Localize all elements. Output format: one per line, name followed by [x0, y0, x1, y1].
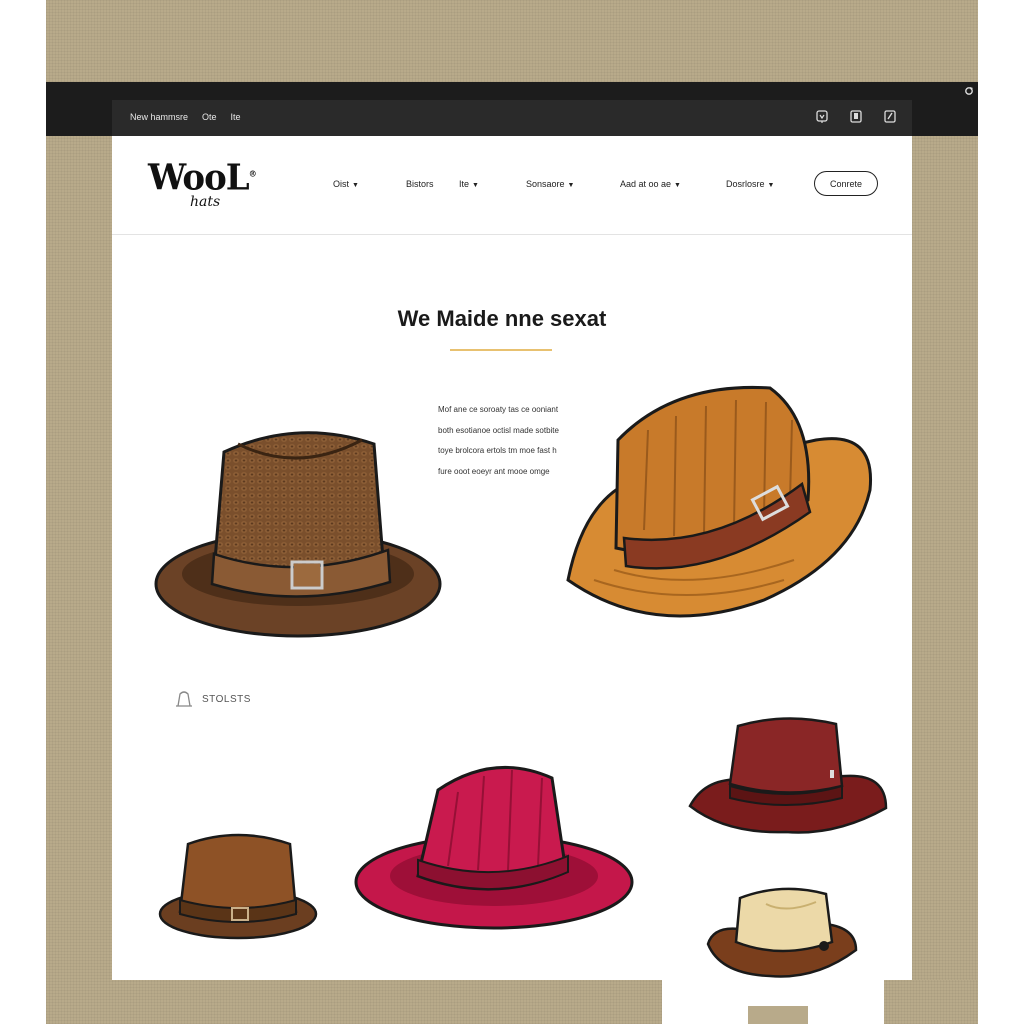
refresh-icon[interactable]: [964, 86, 974, 96]
utility-link-3[interactable]: Ite: [231, 112, 241, 122]
logo-subtitle: hats: [190, 194, 221, 210]
utility-link-2[interactable]: Ote: [202, 112, 217, 122]
nav-item-label: Dosrlosre: [726, 179, 765, 189]
hat-image-cream[interactable]: [706, 884, 858, 984]
nav-item-label: Ite: [459, 179, 470, 189]
hat-image-maroon[interactable]: [686, 714, 890, 838]
hat-outline-icon: [176, 691, 192, 707]
nav-item-6[interactable]: Dosrlosre ▼: [726, 179, 774, 189]
nav-item-label: Sonsaore: [526, 179, 565, 189]
nav-item-label: Aad at oo ae: [620, 179, 672, 189]
hat-image-brown-knit[interactable]: [152, 422, 444, 640]
nav-item-5[interactable]: Aad at oo ae ▼: [620, 179, 681, 189]
nav-item-label: Bistors: [406, 179, 434, 189]
chevron-down-icon: ▼: [472, 182, 479, 189]
nav-item-1[interactable]: Oist ▼: [333, 179, 359, 189]
headline-divider: [450, 349, 552, 351]
chevron-down-icon: ▼: [352, 182, 359, 189]
backdrop-left: [46, 136, 112, 1024]
nav-item-3[interactable]: Ite ▼: [459, 179, 479, 189]
hat-image-small-brown[interactable]: [156, 830, 320, 942]
blurb-line: fure ooot eoeyr ant mooe omge: [438, 466, 550, 476]
nav-item-label: Oist: [333, 179, 350, 189]
hero-headline: We Maide nne sexat: [397, 306, 607, 331]
chevron-down-icon: ▼: [767, 182, 775, 189]
utility-link-1[interactable]: New hammsre: [130, 112, 188, 122]
chevron-down-icon: ▼: [567, 182, 575, 189]
main-nav: WooL® hats Oist ▼ Bistors Ite ▼ Sonsaore ▼ …: [112, 136, 912, 235]
edit-icon[interactable]: [884, 110, 896, 123]
backdrop-top: [46, 0, 978, 82]
logo-text: WooL: [148, 157, 250, 199]
nav-item-4[interactable]: Sonsaore ▼: [526, 179, 574, 189]
hat-image-tan-fedora[interactable]: [564, 380, 876, 620]
page: WooL® hats Oist ▼ Bistors Ite ▼ Sonsaore ▼ …: [112, 136, 912, 980]
blurb-line: Mof ane ce soroaty tas ce ooniant: [438, 405, 559, 414]
blurb-line: toye brolcora ertols tm moe fast h: [438, 446, 557, 455]
hero-blurb: Mof ane ce soroaty tas ce ooniant both e…: [438, 400, 578, 482]
top-utility-bar: New hammsre Ote Ite: [112, 100, 912, 136]
bookmark-icon[interactable]: [850, 110, 862, 123]
chevron-down-icon: ▼: [674, 182, 681, 189]
utility-icons: [816, 110, 896, 123]
cart-icon[interactable]: [816, 110, 828, 123]
nav-item-2[interactable]: Bistors: [406, 179, 434, 189]
bottom-notch: [748, 1006, 808, 1024]
contact-button[interactable]: Conrete: [814, 171, 878, 196]
blurb-line: both esotianoe octisl made sotbite: [438, 425, 559, 435]
section-label-text: STOLSTS: [202, 693, 251, 705]
backdrop-right: [912, 136, 978, 1024]
logo[interactable]: WooL®: [148, 157, 257, 199]
hat-image-red-fedora[interactable]: [352, 756, 636, 934]
utility-links: New hammsre Ote Ite: [130, 112, 241, 122]
logo-mark: ®: [248, 168, 257, 179]
section-label: STOLSTS: [174, 688, 251, 710]
